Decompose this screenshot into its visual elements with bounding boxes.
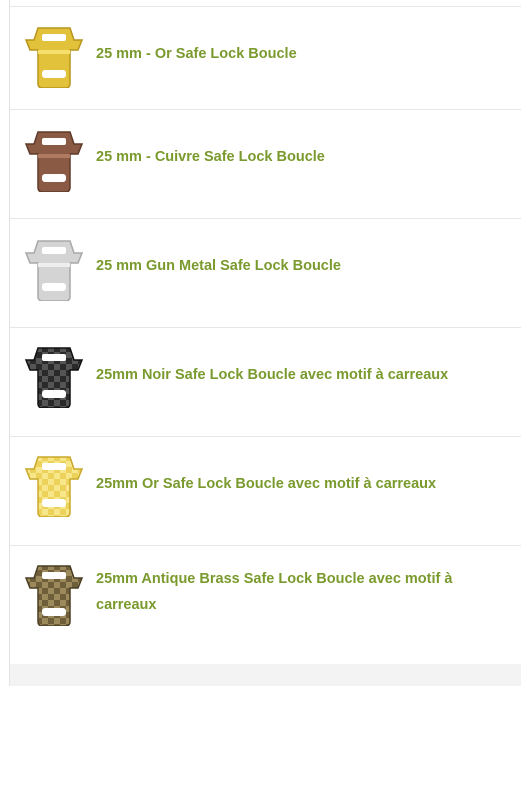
buckle-gold-checker-icon <box>24 456 84 517</box>
buckle-thumbnail[interactable] <box>24 455 84 517</box>
buckle-copper-icon <box>24 131 84 192</box>
product-item-antique-brass-checker[interactable]: 25mm Antique Brass Safe Lock Boucle avec… <box>10 545 521 654</box>
buckle-black-checker-icon <box>24 347 84 408</box>
product-title-link[interactable]: 25mm Antique Brass Safe Lock Boucle avec… <box>96 566 491 618</box>
buckle-thumbnail[interactable] <box>24 26 84 88</box>
product-title-link[interactable]: 25mm Or Safe Lock Boucle avec motif à ca… <box>96 471 491 497</box>
buckle-thumbnail[interactable] <box>24 564 84 626</box>
list-footer <box>10 664 521 686</box>
buckle-gold-icon <box>24 27 84 88</box>
product-list: 25 mm - Or Safe Lock Boucle 25 mm - Cuiv… <box>10 0 521 654</box>
product-item-black-checker[interactable]: 25mm Noir Safe Lock Boucle avec motif à … <box>10 327 521 436</box>
buckle-thumbnail[interactable] <box>24 346 84 408</box>
product-item-gun-metal[interactable]: 25 mm Gun Metal Safe Lock Boucle <box>10 218 521 327</box>
buckle-thumbnail[interactable] <box>24 239 84 301</box>
product-list-panel: 25 mm - Or Safe Lock Boucle 25 mm - Cuiv… <box>9 0 521 686</box>
product-title-link[interactable]: 25 mm - Cuivre Safe Lock Boucle <box>96 144 491 170</box>
buckle-antique-brass-checker-icon <box>24 565 84 626</box>
product-title-link[interactable]: 25mm Noir Safe Lock Boucle avec motif à … <box>96 362 491 388</box>
buckle-thumbnail[interactable] <box>24 130 84 192</box>
product-item-gold-checker[interactable]: 25mm Or Safe Lock Boucle avec motif à ca… <box>10 436 521 545</box>
product-title-link[interactable]: 25 mm Gun Metal Safe Lock Boucle <box>96 253 491 279</box>
product-title-link[interactable]: 25 mm - Or Safe Lock Boucle <box>96 41 491 67</box>
product-item-copper[interactable]: 25 mm - Cuivre Safe Lock Boucle <box>10 109 521 218</box>
product-item-gold[interactable]: 25 mm - Or Safe Lock Boucle <box>10 6 521 115</box>
buckle-gun-metal-icon <box>24 240 84 301</box>
